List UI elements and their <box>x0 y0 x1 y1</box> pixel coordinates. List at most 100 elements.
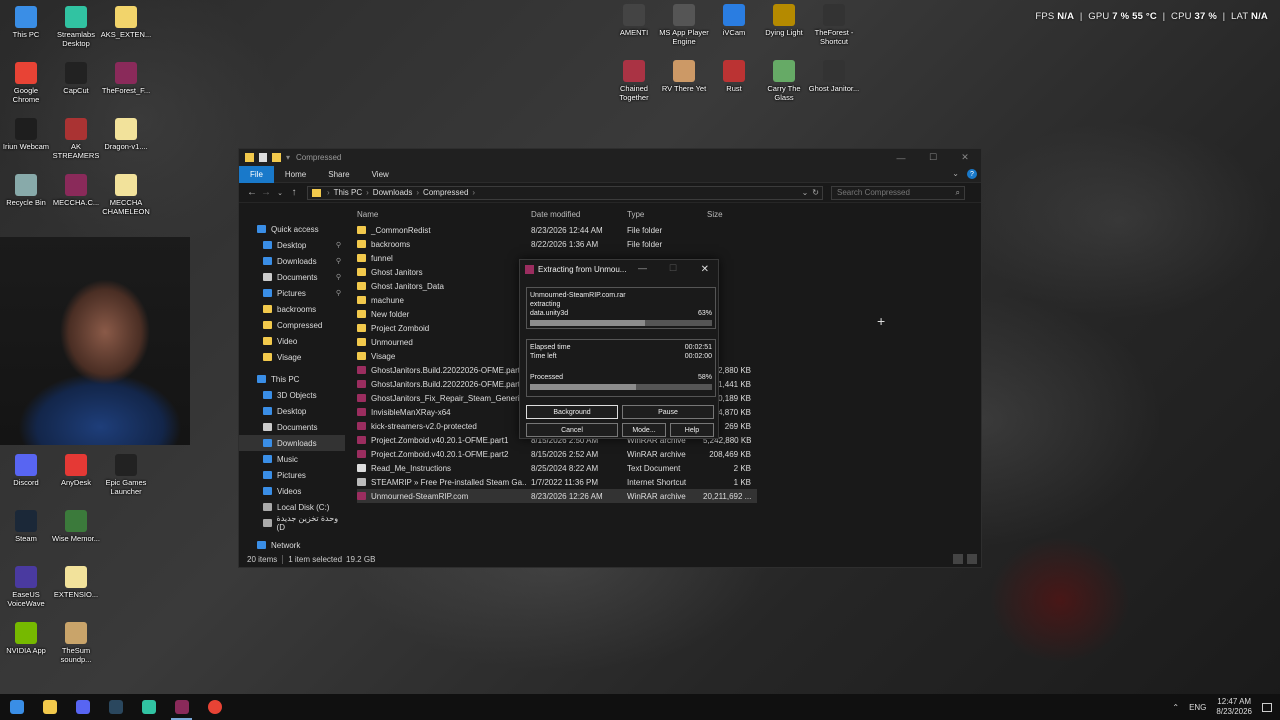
search-input[interactable]: Search Compressed ⌕ <box>831 185 965 200</box>
cancel-button[interactable]: Cancel <box>526 423 618 437</box>
mode-button[interactable]: Mode... <box>622 423 666 437</box>
nav-item-documents[interactable]: Documents <box>239 419 345 435</box>
details-view-icon[interactable] <box>953 554 963 564</box>
desktop-shortcut-dying-light[interactable]: Dying Light <box>758 4 810 37</box>
help-icon[interactable]: ? <box>967 169 977 179</box>
refresh-icon[interactable]: ↻ <box>812 188 819 197</box>
desktop-shortcut-capcut[interactable]: CapCut <box>50 62 102 95</box>
pause-button[interactable]: Pause <box>622 405 714 419</box>
tab-share[interactable]: Share <box>317 166 360 183</box>
nav-item-visage[interactable]: Visage <box>239 349 345 365</box>
tab-file[interactable]: File <box>239 165 274 183</box>
pin-icon[interactable]: ⚲ <box>336 257 341 265</box>
breadcrumb-this-pc[interactable]: This PC <box>334 188 362 197</box>
pin-icon[interactable]: ⚲ <box>336 289 341 297</box>
desktop-shortcut-wise-memor[interactable]: Wise Memor... <box>50 510 102 543</box>
nav-item-pictures[interactable]: Pictures ⚲ <box>239 285 345 301</box>
desktop-shortcut-theforest-shortcut[interactable]: TheForest - Shortcut <box>808 4 860 46</box>
desktop-shortcut-theforest-f[interactable]: TheForest_F... <box>100 62 152 95</box>
desktop-shortcut-easeus-voicewave[interactable]: EaseUS VoiceWave <box>0 566 52 608</box>
close-button[interactable]: ✕ <box>949 149 981 166</box>
file-row[interactable]: STEAMRIP » Free Pre-installed Steam Ga..… <box>357 475 757 489</box>
file-row[interactable]: _CommonRedist 8/23/2026 12:44 AM File fold… <box>357 223 757 237</box>
taskbar-streamlabs[interactable] <box>132 694 165 720</box>
desktop-shortcut-ghost-janitor[interactable]: Ghost Janitor... <box>808 60 860 93</box>
maximize-button[interactable]: ☐ <box>917 149 949 166</box>
column-date-modified[interactable]: Date modified <box>527 210 623 219</box>
explorer-titlebar[interactable]: ▾ Compressed — ☐ ✕ <box>239 149 981 166</box>
dialog-titlebar[interactable]: Extracting from Unmou... — ☐ ✕ <box>520 260 718 278</box>
forward-arrow-icon[interactable]: → <box>259 187 273 198</box>
file-row[interactable]: Unmourned-SteamRIP.com 8/23/2026 12:26 AM… <box>357 489 757 503</box>
desktop-shortcut-rv-there-yet[interactable]: RV There Yet <box>658 60 710 93</box>
nav-item-documents[interactable]: Documents ⚲ <box>239 269 345 285</box>
desktop-shortcut-aks-exten[interactable]: AKS_EXTEN... <box>100 6 152 39</box>
breadcrumb-compressed[interactable]: Compressed <box>423 188 468 197</box>
desktop-shortcut-extensio[interactable]: EXTENSIO... <box>50 566 102 599</box>
file-row[interactable]: Project.Zomboid.v40.20.1-OFME.part2 8/15/… <box>357 447 757 461</box>
quick-access-dropdown-icon[interactable]: ▾ <box>286 153 290 162</box>
desktop-shortcut-rust[interactable]: Rust <box>708 60 760 93</box>
desktop-shortcut-nvidia-app[interactable]: NVIDIA App <box>0 622 52 655</box>
nav-item-quick-access[interactable]: Quick access <box>239 221 345 237</box>
nav-item-video[interactable]: Video <box>239 333 345 349</box>
nav-item-videos[interactable]: Videos <box>239 483 345 499</box>
address-dropdown-icon[interactable]: ⌄ <box>802 188 809 197</box>
nav-item-backrooms[interactable]: backrooms <box>239 301 345 317</box>
taskbar-chrome[interactable] <box>198 694 231 720</box>
taskbar-discord[interactable] <box>66 694 99 720</box>
expand-ribbon-icon[interactable]: ⌄ <box>952 169 959 179</box>
notifications-icon[interactable] <box>1262 702 1272 712</box>
back-arrow-icon[interactable]: ← <box>245 187 259 198</box>
clock[interactable]: 12:47 AM 8/23/2026 <box>1216 697 1252 717</box>
desktop-shortcut-ivcam[interactable]: iVCam <box>708 4 760 37</box>
desktop-shortcut-carry-the-glass[interactable]: Carry The Glass <box>758 60 810 102</box>
column-name[interactable]: Name <box>357 210 527 219</box>
desktop-shortcut-ak-streamers[interactable]: AK STREAMERS <box>50 118 102 160</box>
desktop-shortcut-epic-games-launcher[interactable]: Epic Games Launcher <box>100 454 152 496</box>
nav-item-downloads[interactable]: Downloads ⚲ <box>239 253 345 269</box>
desktop-shortcut-google-chrome[interactable]: Google Chrome <box>0 62 52 104</box>
desktop-shortcut-streamlabs-desktop[interactable]: Streamlabs Desktop <box>50 6 102 48</box>
nav-item-pictures[interactable]: Pictures <box>239 467 345 483</box>
close-button[interactable]: ✕ <box>701 264 709 275</box>
desktop-shortcut-this-pc[interactable]: This PC <box>0 6 52 39</box>
up-arrow-icon[interactable]: ↑ <box>287 187 301 198</box>
taskbar-file-explorer[interactable] <box>33 694 66 720</box>
nav-item-local-disk-c[interactable]: Local Disk (C:) <box>239 499 345 515</box>
desktop-shortcut-iriun-webcam[interactable]: Iriun Webcam <box>0 118 52 151</box>
new-folder-icon[interactable] <box>272 153 281 162</box>
winrar-extract-dialog[interactable]: Extracting from Unmou... — ☐ ✕ Unmourned… <box>519 259 719 439</box>
taskbar-steam[interactable] <box>99 694 132 720</box>
desktop-shortcut-steam[interactable]: Steam <box>0 510 52 543</box>
file-row[interactable]: Read_Me_Instructions 8/25/2024 8:22 AM Tex… <box>357 461 757 475</box>
desktop-shortcut-discord[interactable]: Discord <box>0 454 52 487</box>
file-row[interactable]: backrooms 8/22/2026 1:36 AM File folder <box>357 237 757 251</box>
help-button[interactable]: Help <box>670 423 714 437</box>
nav-item-music[interactable]: Music <box>239 451 345 467</box>
column-type[interactable]: Type <box>623 210 703 219</box>
desktop-shortcut-dragon-v1[interactable]: Dragon-v1.... <box>100 118 152 151</box>
desktop-shortcut-recycle-bin[interactable]: Recycle Bin <box>0 174 52 207</box>
desktop-shortcut-meccha-c[interactable]: MECCHA.C... <box>50 174 102 207</box>
desktop-shortcut-ms-app-player-engine[interactable]: MS App Player Engine <box>658 4 710 46</box>
pin-icon[interactable]: ⚲ <box>336 273 341 281</box>
desktop-shortcut-thesum-soundp[interactable]: TheSum soundp... <box>50 622 102 664</box>
desktop-shortcut-amenti[interactable]: AMENTI <box>608 4 660 37</box>
background-button[interactable]: Background <box>526 405 618 419</box>
taskbar-winrar[interactable] <box>165 694 198 720</box>
tab-view[interactable]: View <box>361 166 400 183</box>
input-language[interactable]: ENG <box>1189 703 1206 712</box>
desktop-shortcut-meccha-chameleon[interactable]: MECCHA CHAMELEON <box>100 174 152 216</box>
nav-item-compressed[interactable]: Compressed <box>239 317 345 333</box>
taskbar-start[interactable] <box>0 694 33 720</box>
nav-item-desktop[interactable]: Desktop <box>239 403 345 419</box>
recent-locations-icon[interactable]: ⌄ <box>273 189 287 197</box>
nav-item-3d-objects[interactable]: 3D Objects <box>239 387 345 403</box>
pin-icon[interactable]: ⚲ <box>336 241 341 249</box>
nav-item-d[interactable]: وحدة تخزين جديدة (D <box>239 514 345 532</box>
breadcrumb-downloads[interactable]: Downloads <box>373 188 413 197</box>
show-hidden-icons-icon[interactable]: ⌃ <box>1172 703 1179 712</box>
address-bar[interactable]: › This PC › Downloads › Compressed › ⌄ ↻ <box>307 185 823 200</box>
large-icons-view-icon[interactable] <box>967 554 977 564</box>
